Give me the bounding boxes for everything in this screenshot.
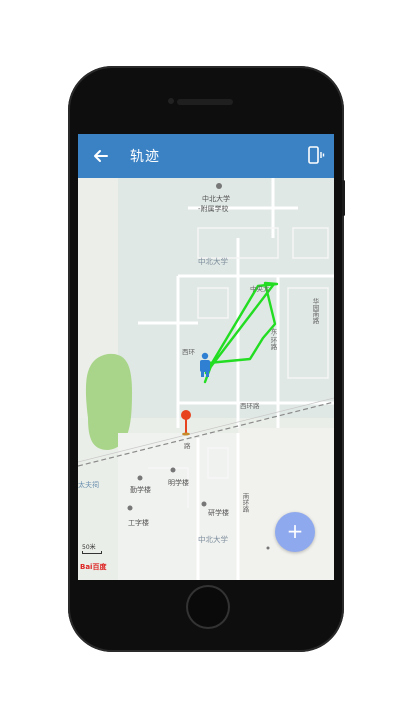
page-title: 轨迹 [130, 149, 160, 165]
home-button[interactable] [186, 585, 230, 629]
map-label-mingxue: 明学楼 [168, 479, 189, 487]
baidu-logo: Bai百度 [80, 563, 107, 571]
map-label-road-xihuan: 西环 [182, 348, 195, 356]
map-view[interactable]: 中北大学 -附属学校 中北大学 中央大 西环 西环路 东·环路 华园南路 南环路… [78, 178, 334, 580]
map-label-road-left: 太夫祠 [78, 481, 99, 489]
add-button[interactable]: + [275, 512, 315, 552]
map-label-road-zhongyang: 中央大 [250, 285, 270, 293]
map-scale-bar [82, 551, 102, 554]
front-camera [168, 98, 174, 104]
map-label-xuexue: 研学楼 [208, 509, 229, 517]
map-label-gongzi: 工字楼 [128, 519, 149, 527]
map-label-shixue: 勤学楼 [130, 486, 151, 494]
plus-icon: + [286, 519, 304, 543]
phone-screen: 轨迹 中北大学 -附属学校 中北大学 中央大 西环 西环路 东·环路 华园南路 … [78, 134, 334, 580]
map-label-road-small: 路 [184, 442, 191, 450]
phone-volume-button [342, 180, 345, 216]
map-label-road-xihuan2: 西环路 [240, 402, 260, 410]
earpiece-speaker [177, 99, 233, 105]
map-scale-label: 50米 [82, 544, 96, 551]
map-label-road-dongxiang: 东·环路 [269, 328, 277, 350]
phone-vibrate-icon[interactable] [304, 144, 326, 166]
app-bar: 轨迹 [78, 134, 334, 178]
map-label-campus: 中北大学 [198, 257, 228, 266]
arrow-left-icon[interactable] [90, 145, 112, 167]
map-label-school-sub: -附属学校 [198, 205, 229, 213]
map-label-school: 中北大学 [202, 195, 230, 203]
map-label-road-nanhuan: 南环路 [241, 493, 249, 513]
map-label-campus-bottom: 中北大学 [198, 535, 228, 544]
map-label-road-huayuan: 华园南路 [311, 298, 319, 324]
